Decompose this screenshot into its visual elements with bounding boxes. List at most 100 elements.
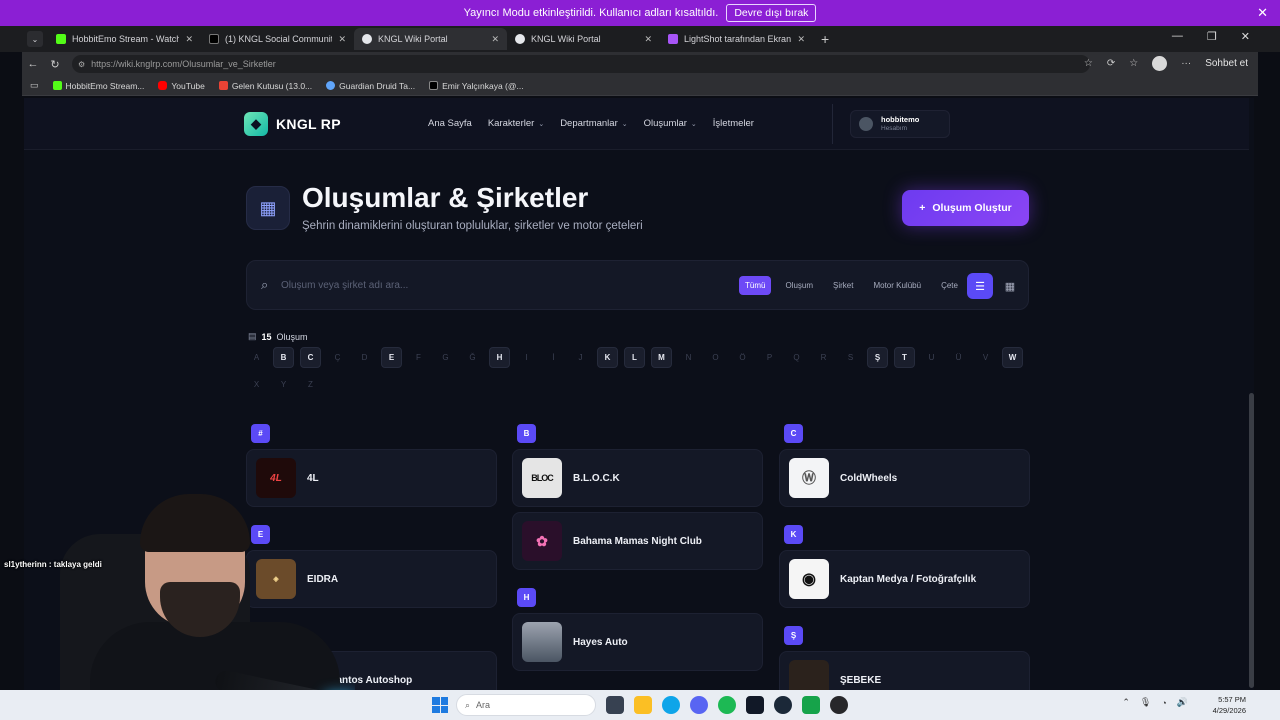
nav-organizations[interactable]: Oluşumlar ⌄ [644, 118, 697, 129]
refresh-icon[interactable]: ↻ [44, 58, 66, 71]
scrollbar[interactable] [1249, 98, 1254, 690]
system-clock[interactable]: 5:57 PM 4/29/2026 [1213, 694, 1246, 716]
gmail-icon [218, 81, 228, 90]
taskbar-search[interactable]: ⌕ Ara [456, 694, 596, 716]
alphabet-letter[interactable]: Ş [867, 347, 888, 368]
search-input[interactable] [281, 276, 701, 294]
bookmark-item[interactable]: YouTube [158, 81, 205, 91]
filter-motor-club[interactable]: Motor Kulübü [867, 276, 927, 295]
alphabet-letter[interactable]: E [381, 347, 402, 368]
filter-all[interactable]: Tümü [739, 276, 772, 295]
tab-actions-menu-icon[interactable]: ⌄ [27, 31, 43, 47]
tab-close-icon[interactable]: ✕ [797, 34, 805, 45]
disable-streamer-mode-button[interactable]: Devre dışı bırak [726, 4, 817, 22]
alphabet-letter[interactable]: T [894, 347, 915, 368]
microphone-icon[interactable]: 🎙 [1140, 697, 1151, 708]
organization-name: ColdWheels [840, 472, 898, 484]
extensions-icon[interactable]: ⟳ [1107, 58, 1115, 69]
spotify-icon[interactable] [718, 696, 736, 714]
alphabet-letter: D [361, 353, 368, 362]
nav-label: Departmanlar [560, 118, 618, 129]
tab-close-icon[interactable]: ✕ [338, 34, 346, 45]
nav-home[interactable]: Ana Sayfa [428, 118, 472, 129]
browser-tab[interactable]: KNGL Wiki Portal ✕ [507, 28, 660, 50]
favorites-icon[interactable]: ☆ [1129, 58, 1138, 69]
back-icon[interactable]: ← [22, 58, 44, 70]
minimize-icon[interactable]: — [1172, 30, 1183, 43]
alphabet-letter[interactable]: K [597, 347, 618, 368]
new-tab-icon[interactable]: + [821, 31, 829, 47]
alphabet-letter: I [525, 353, 528, 362]
building-small-icon: ▤ [248, 331, 257, 341]
nav-characters[interactable]: Karakterler ⌄ [488, 118, 544, 129]
restore-icon[interactable]: ❐ [1207, 30, 1217, 43]
copilot-button[interactable]: Sohbet et [1205, 58, 1248, 69]
organization-card[interactable]: ŞEBEKE [779, 651, 1030, 690]
wordpress-logo-icon: Ⓦ [789, 458, 829, 498]
site-info-icon[interactable]: ⚙ [78, 60, 85, 69]
nav-departments[interactable]: Departmanlar ⌄ [560, 118, 627, 129]
favorite-star-icon[interactable]: ☆ [1084, 58, 1093, 69]
window-close-icon[interactable]: ✕ [1241, 30, 1250, 43]
alphabet-letter[interactable]: M [651, 347, 672, 368]
bookmark-item[interactable]: Emir Yalçınkaya (@... [429, 81, 524, 91]
organization-name: B.L.O.C.K [573, 472, 620, 484]
user-menu[interactable]: hobbitemo Hesabım [850, 110, 950, 138]
edge-icon[interactable] [662, 696, 680, 714]
filter-company[interactable]: Şirket [827, 276, 859, 295]
tab-title: (1) KNGL Social Community / X [225, 34, 332, 44]
browser-tab-active[interactable]: KNGL Wiki Portal ✕ [354, 28, 507, 50]
list-view-icon[interactable]: ☰ [967, 273, 993, 299]
filter-gang[interactable]: Çete [935, 276, 964, 295]
organization-card[interactable]: Hayes Auto [512, 613, 763, 671]
obs-icon[interactable] [830, 696, 848, 714]
organization-card[interactable]: ◉ Kaptan Medya / Fotoğrafçılık [779, 550, 1030, 608]
profile-avatar[interactable] [1152, 56, 1168, 71]
bookmark-item[interactable]: HobbitEmo Stream... [52, 81, 144, 91]
chevron-up-icon[interactable]: ⌃ [1122, 697, 1130, 708]
tab-close-icon[interactable]: ✕ [185, 34, 193, 45]
alphabet-letter[interactable]: W [1002, 347, 1023, 368]
create-organization-button[interactable]: + Oluşum Oluştur [902, 190, 1029, 226]
site-logo[interactable]: ◆ KNGL RP [244, 112, 341, 136]
bookmark-item[interactable]: Guardian Druid Ta... [326, 81, 415, 91]
browser-tab[interactable]: LightShot tarafından Ekran Görünt ✕ [660, 28, 813, 50]
task-view-icon[interactable] [606, 696, 624, 714]
terminal-icon[interactable] [746, 696, 764, 714]
discord-icon[interactable] [690, 696, 708, 714]
grid-view-icon[interactable]: ▦ [997, 273, 1023, 299]
scrollbar-thumb[interactable] [1249, 393, 1254, 688]
volume-icon[interactable]: 🔊 [1177, 697, 1188, 708]
windows-start-icon[interactable] [432, 697, 448, 713]
steam-icon[interactable] [774, 696, 792, 714]
alphabet-letter[interactable]: B [273, 347, 294, 368]
browser-tab[interactable]: HobbitEmo Stream - Watch Live o ✕ [48, 28, 201, 50]
filter-organization[interactable]: Oluşum [779, 276, 819, 295]
count-label: Oluşum [276, 331, 308, 342]
organization-card[interactable]: ✿ Bahama Mamas Night Club [512, 512, 763, 570]
group-letter-badge: K [784, 525, 803, 544]
organization-name: ŞEBEKE [840, 674, 882, 686]
nav-businesses[interactable]: İşletmeler [713, 118, 754, 129]
bookmark-item[interactable]: Gelen Kutusu (13.0... [218, 81, 312, 91]
collections-icon[interactable]: ▭ [30, 80, 39, 91]
address-row: ← ↻ ⚙ https://wiki.knglrp.com/Olusumlar_… [22, 52, 1258, 76]
organization-card[interactable]: BLOC B.L.O.C.K [512, 449, 763, 507]
wifi-icon[interactable]: ◔ [1161, 698, 1166, 708]
streamer-app-icon[interactable] [802, 696, 820, 714]
tab-close-icon[interactable]: ✕ [491, 34, 499, 45]
alphabet-letter[interactable]: H [489, 347, 510, 368]
browser-toolbar-icons: ☆ ⟳ ☆ ··· Sohbet et [1084, 56, 1248, 71]
close-icon[interactable]: ✕ [1257, 5, 1268, 21]
main-nav: Ana Sayfa Karakterler ⌄ Departmanlar ⌄ Olu… [428, 118, 754, 129]
chevron-down-icon: ⌄ [690, 120, 697, 128]
tab-close-icon[interactable]: ✕ [644, 34, 652, 45]
organization-card[interactable]: Ⓦ ColdWheels [779, 449, 1030, 507]
alphabet-letter[interactable]: C [300, 347, 321, 368]
more-options-icon[interactable]: ··· [1181, 58, 1191, 69]
file-explorer-icon[interactable] [634, 696, 652, 714]
browser-tab[interactable]: (1) KNGL Social Community / X ✕ [201, 28, 354, 50]
address-bar[interactable]: ⚙ https://wiki.knglrp.com/Olusumlar_ve_S… [72, 55, 1090, 73]
alphabet-letter[interactable]: L [624, 347, 645, 368]
account-label: Hesabım [881, 124, 908, 132]
